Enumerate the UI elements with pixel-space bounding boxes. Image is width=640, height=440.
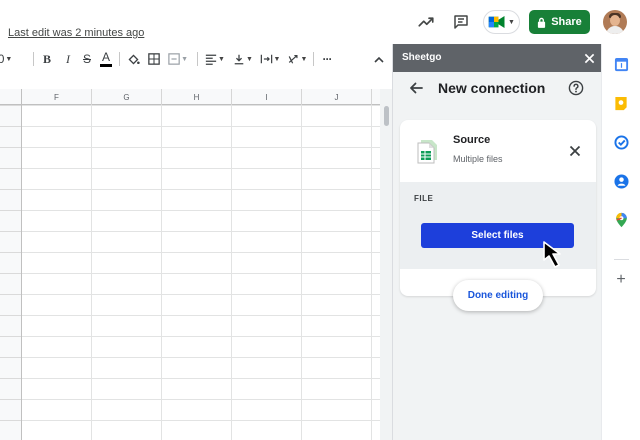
chevron-down-icon: ▼ [246, 55, 253, 63]
column-header[interactable]: G [92, 89, 162, 105]
borders-icon[interactable] [147, 49, 161, 69]
formatting-toolbar: 0 ▼ B I S A ▼ ▼ ▼ ▼ ▼ ··· [0, 46, 392, 72]
sidebar-title-bar: Sheetgo [393, 44, 602, 72]
column-header[interactable]: H [162, 89, 232, 105]
italic-button[interactable]: I [61, 49, 75, 69]
collapse-toolbar-icon[interactable] [372, 49, 386, 69]
text-wrap-icon[interactable]: ▼ [259, 49, 281, 69]
contacts-icon[interactable] [613, 173, 629, 189]
text-color-button[interactable]: A [99, 49, 113, 69]
help-icon[interactable] [568, 80, 584, 96]
column-header-row: F G H I J [0, 89, 380, 105]
meet-button[interactable]: ▼ [483, 10, 520, 34]
spreadsheet-grid[interactable]: F G H I J [0, 89, 380, 440]
mouse-pointer-icon [542, 240, 568, 270]
add-icon[interactable]: + [614, 272, 628, 288]
cell-area[interactable] [0, 105, 380, 440]
row-header-column [0, 105, 22, 440]
sheetgo-sidebar: Sheetgo New connection Source Multiple f… [392, 44, 602, 440]
source-card: Source Multiple files FILE Select files [400, 120, 596, 296]
meet-icon [488, 16, 505, 28]
page-title: New connection [438, 80, 546, 96]
share-button[interactable]: Share [529, 10, 590, 34]
source-title: Source [453, 134, 491, 146]
horizontal-align-icon[interactable]: ▼ [204, 49, 226, 69]
toolbar-divider [197, 52, 198, 66]
panel-header: New connection [393, 72, 602, 105]
strikethrough-button[interactable]: S [80, 49, 94, 69]
rail-divider [614, 259, 629, 260]
toolbar-divider [313, 52, 314, 66]
chevron-down-icon: ▼ [508, 18, 515, 26]
chevron-down-icon: ▼ [5, 55, 13, 63]
remove-source-icon[interactable] [567, 143, 583, 159]
done-editing-button[interactable]: Done editing [453, 280, 543, 311]
lock-icon [538, 17, 546, 28]
merge-cells-icon[interactable]: ▼ [168, 49, 188, 69]
back-arrow-icon[interactable] [408, 80, 424, 96]
avatar[interactable] [603, 10, 627, 34]
maps-icon[interactable] [613, 212, 629, 228]
vertical-scrollbar[interactable] [380, 89, 392, 440]
tasks-icon[interactable] [613, 134, 629, 150]
activity-trend-icon[interactable] [414, 10, 438, 34]
chevron-down-icon: ▼ [273, 55, 281, 63]
corner-cell [0, 89, 22, 105]
chevron-down-icon: ▼ [181, 55, 188, 63]
comment-icon[interactable] [449, 10, 473, 34]
file-section: FILE Select files [400, 182, 596, 269]
source-subtitle: Multiple files [453, 154, 503, 164]
side-rail: + [601, 44, 640, 440]
close-sidebar-icon[interactable] [581, 50, 597, 66]
font-size-field[interactable]: 0 ▼ [0, 49, 12, 69]
last-edit-link[interactable]: Last edit was 2 minutes ago [8, 27, 144, 39]
chevron-down-icon: ▼ [218, 55, 225, 63]
vertical-align-icon[interactable]: ▼ [232, 49, 254, 69]
toolbar-divider [119, 52, 120, 66]
keep-icon[interactable] [613, 95, 629, 111]
file-section-label: FILE [414, 194, 434, 203]
share-label: Share [551, 16, 582, 28]
scrollbar-thumb[interactable] [384, 106, 389, 126]
spreadsheet-file-icon [415, 138, 439, 164]
text-rotation-icon[interactable]: ▼ [286, 49, 308, 69]
bold-button[interactable]: B [40, 49, 54, 69]
more-options-button[interactable]: ··· [319, 49, 335, 69]
column-header[interactable]: F [22, 89, 92, 105]
column-header[interactable]: J [302, 89, 372, 105]
toolbar-divider [33, 52, 34, 66]
source-card-header: Source Multiple files [400, 120, 596, 182]
fill-color-icon[interactable] [126, 49, 140, 69]
sidebar-title: Sheetgo [402, 52, 442, 63]
text-color-swatch [100, 64, 112, 67]
chevron-down-icon: ▼ [300, 55, 308, 63]
column-header[interactable]: I [232, 89, 302, 105]
calendar-icon[interactable] [613, 56, 629, 72]
top-bar: Last edit was 2 minutes ago ▼ Share [0, 0, 640, 44]
